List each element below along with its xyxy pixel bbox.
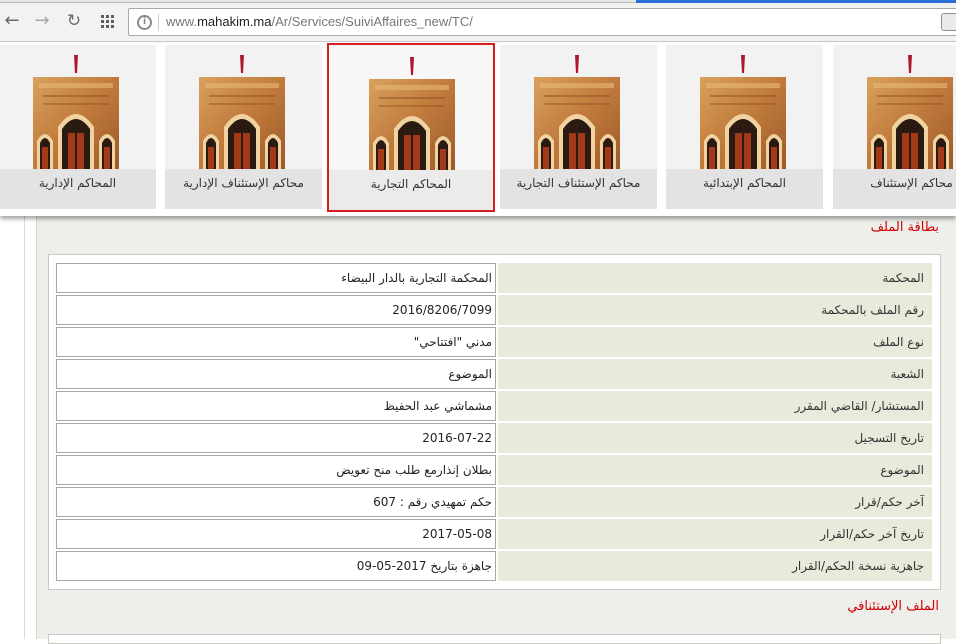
url-path: /Ar/Services/SuiviAffaires_new/TC/	[271, 14, 473, 29]
file-row-label: جاهزية نسخة الحكم/القرار	[498, 551, 932, 581]
address-divider	[158, 14, 159, 31]
court-item-label: المحاكم الإدارية	[0, 169, 156, 209]
court-item-commercial[interactable]: المحاكم التجارية	[327, 43, 495, 212]
court-item-administrative-appeal[interactable]: محاكم الإستئناف الإدارية	[165, 45, 322, 209]
url-host: mahakim.ma	[197, 14, 272, 29]
file-row-label: آخر حكم/قرار	[498, 487, 932, 517]
court-gate-icon	[700, 55, 786, 169]
file-row-label: الموضوع	[498, 455, 932, 485]
file-row-division: الموضوع الشعبة	[56, 359, 932, 389]
main-panel: بطاقة الملف المحكمة التجارية بالدار البي…	[36, 216, 956, 644]
left-margin	[0, 216, 25, 639]
apps-grid-icon[interactable]	[101, 15, 114, 28]
file-row-court: المحكمة التجارية بالدار البيضاء المحكمة	[56, 263, 932, 293]
inactive-tab[interactable]	[0, 0, 636, 3]
file-row-copy-readiness: جاهزة بتاريخ 2017-05-09 جاهزية نسخة الحك…	[56, 551, 932, 581]
appeal-section-title: الملف الإستئنافي	[847, 599, 939, 614]
file-row-value: المحكمة التجارية بالدار البيضاء	[56, 263, 496, 293]
reload-icon[interactable]: ↻	[62, 10, 86, 32]
court-gate-icon	[534, 55, 620, 169]
url-prefix: www.	[166, 14, 198, 29]
court-gate-icon	[867, 55, 953, 169]
arrow-right-icon[interactable]: →	[30, 10, 54, 32]
file-card: المحكمة التجارية بالدار البيضاء المحكمة …	[48, 254, 941, 590]
court-item-label: المحاكم التجارية	[329, 170, 493, 210]
url-text[interactable]: www.mahakim.ma/Ar/Services/SuiviAffaires…	[166, 14, 473, 29]
bookmark-icon[interactable]	[941, 13, 956, 31]
court-gate-icon	[33, 55, 119, 169]
file-row-label: تاريخ آخر حكم/القرار	[498, 519, 932, 549]
file-row-label: رقم الملف بالمحكمة	[498, 295, 932, 325]
address-bar[interactable]: i www.mahakim.ma/Ar/Services/SuiviAffair…	[128, 8, 956, 36]
file-row-registration-date: 2016-07-22 تاريخ التسجيل	[56, 423, 932, 453]
file-row-value: حكم تمهيدي رقم : 607	[56, 487, 496, 517]
file-row-type: مدني "افتتاحي" نوع الملف	[56, 327, 932, 357]
file-row-label: الشعبة	[498, 359, 932, 389]
court-item-label: المحاكم الإبتدائية	[666, 169, 823, 209]
file-row-judge: مشماشي عبد الحفيظ المستشار/ القاضي المقر…	[56, 391, 932, 421]
appeal-section-box	[48, 634, 941, 644]
court-item-appeal[interactable]: محاكم الإستئناف	[833, 45, 956, 209]
file-row-value: مشماشي عبد الحفيظ	[56, 391, 496, 421]
arrow-left-icon[interactable]: ←	[0, 10, 24, 32]
file-row-value: بطلان إنذارمع طلب منح تعويض	[56, 455, 496, 485]
file-row-last-ruling: حكم تمهيدي رقم : 607 آخر حكم/قرار	[56, 487, 932, 517]
file-row-value: جاهزة بتاريخ 2017-05-09	[56, 551, 496, 581]
file-row-value: مدني "افتتاحي"	[56, 327, 496, 357]
court-item-label: محاكم الإستئناف التجارية	[500, 169, 657, 209]
court-item-commercial-appeal[interactable]: محاكم الإستئناف التجارية	[500, 45, 657, 209]
page-info-icon[interactable]: i	[137, 15, 152, 30]
file-row-last-ruling-date: 2017-05-08 تاريخ آخر حكم/القرار	[56, 519, 932, 549]
browser-toolbar: ← → ↻ i www.mahakim.ma/Ar/Services/Suivi…	[0, 0, 956, 42]
file-row-label: نوع الملف	[498, 327, 932, 357]
active-tab[interactable]	[636, 0, 956, 3]
file-row-value: 2016-07-22	[56, 423, 496, 453]
file-row-label: تاريخ التسجيل	[498, 423, 932, 453]
page-content: بطاقة الملف المحكمة التجارية بالدار البي…	[0, 216, 956, 644]
court-item-label: محاكم الإستئناف الإدارية	[165, 169, 322, 209]
court-carousel: المحاكم الإدارية محاكم الإستئناف الإداري…	[0, 43, 956, 216]
file-row-label: المستشار/ القاضي المقرر	[498, 391, 932, 421]
file-row-value: 2016/8206/7099	[56, 295, 496, 325]
file-row-number: 2016/8206/7099 رقم الملف بالمحكمة	[56, 295, 932, 325]
file-row-value: 2017-05-08	[56, 519, 496, 549]
court-gate-icon	[199, 55, 285, 169]
file-card-title: بطاقة الملف	[870, 220, 939, 235]
court-item-first-instance[interactable]: المحاكم الإبتدائية	[666, 45, 823, 209]
file-row-subject: بطلان إنذارمع طلب منح تعويض الموضوع	[56, 455, 932, 485]
file-row-label: المحكمة	[498, 263, 932, 293]
court-item-administrative[interactable]: المحاكم الإدارية	[0, 45, 156, 209]
tab-strip	[0, 0, 956, 4]
court-item-label: محاكم الإستئناف	[833, 169, 956, 209]
court-gate-icon	[369, 57, 455, 171]
file-row-value: الموضوع	[56, 359, 496, 389]
